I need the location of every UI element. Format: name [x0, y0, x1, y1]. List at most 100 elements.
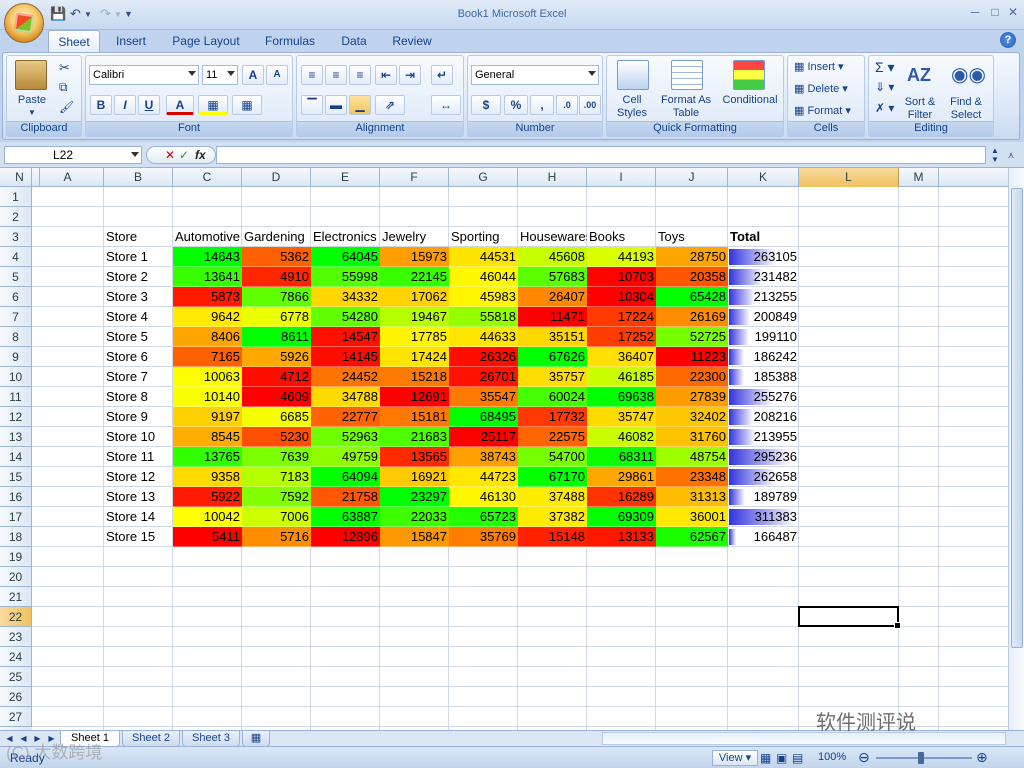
sort-filter-icon[interactable]: AZ: [905, 60, 933, 90]
sales-value-cell[interactable]: 12691: [380, 387, 449, 407]
store-name-cell[interactable]: Store 9: [104, 407, 173, 427]
row-header-20[interactable]: 20: [0, 567, 32, 587]
header-cell[interactable]: Gardening: [242, 227, 311, 247]
column-header-g[interactable]: G: [449, 168, 518, 187]
row-header-6[interactable]: 6: [0, 287, 32, 307]
header-cell[interactable]: Sporting: [449, 227, 518, 247]
row-header-18[interactable]: 18: [0, 527, 32, 547]
sales-value-cell[interactable]: 35747: [587, 407, 656, 427]
align-center-icon[interactable]: ≡: [325, 65, 347, 85]
increase-decimal-icon[interactable]: .0: [556, 95, 578, 115]
row-header-9[interactable]: 9: [0, 347, 32, 367]
column-header-a[interactable]: A: [32, 168, 104, 187]
percent-button[interactable]: %: [504, 95, 528, 115]
total-value-cell[interactable]: 199110: [728, 327, 799, 347]
store-name-cell[interactable]: Store 1: [104, 247, 173, 267]
restore-icon[interactable]: □: [986, 4, 1004, 20]
total-value-cell[interactable]: 311383: [728, 507, 799, 527]
store-name-cell[interactable]: Store 14: [104, 507, 173, 527]
column-header-n[interactable]: N: [0, 168, 40, 187]
cancel-icon[interactable]: ✕: [165, 147, 175, 163]
sales-value-cell[interactable]: 64045: [311, 247, 380, 267]
sales-value-cell[interactable]: 21683: [380, 427, 449, 447]
conditional-formatting-button[interactable]: Conditional: [715, 94, 785, 107]
font-name-combo[interactable]: Calibri: [89, 65, 199, 85]
sales-value-cell[interactable]: 69638: [587, 387, 656, 407]
sales-value-cell[interactable]: 36001: [656, 507, 728, 527]
row-header-10[interactable]: 10: [0, 367, 32, 387]
sales-value-cell[interactable]: 5362: [242, 247, 311, 267]
align-left-icon[interactable]: ≡: [301, 65, 323, 85]
enter-icon[interactable]: ✓: [179, 147, 189, 163]
row-header-25[interactable]: 25: [0, 667, 32, 687]
format-as-table-button[interactable]: Format As Table: [657, 94, 715, 120]
column-header-l[interactable]: L: [799, 168, 899, 187]
office-button[interactable]: [4, 3, 44, 43]
sales-value-cell[interactable]: 68495: [449, 407, 518, 427]
name-box[interactable]: L22: [4, 146, 142, 164]
number-format-combo[interactable]: General: [471, 65, 599, 85]
sales-value-cell[interactable]: 44531: [449, 247, 518, 267]
wrap-text-icon[interactable]: ↵: [431, 65, 453, 85]
column-header-h[interactable]: H: [518, 168, 587, 187]
sales-value-cell[interactable]: 7006: [242, 507, 311, 527]
sales-value-cell[interactable]: 69309: [587, 507, 656, 527]
store-name-cell[interactable]: Store 7: [104, 367, 173, 387]
store-name-cell[interactable]: Store 15: [104, 527, 173, 547]
active-cell-selection[interactable]: [798, 606, 901, 629]
zoom-level[interactable]: 100%: [818, 751, 846, 763]
sales-value-cell[interactable]: 5411: [173, 527, 242, 547]
row-header-19[interactable]: 19: [0, 547, 32, 567]
column-header-d[interactable]: D: [242, 168, 311, 187]
sales-value-cell[interactable]: 9358: [173, 467, 242, 487]
fill-icon[interactable]: ⇓ ▾: [875, 80, 894, 94]
sales-value-cell[interactable]: 15148: [518, 527, 587, 547]
chevron-down-icon[interactable]: [131, 152, 139, 157]
sales-value-cell[interactable]: 6685: [242, 407, 311, 427]
sales-value-cell[interactable]: 31760: [656, 427, 728, 447]
sales-value-cell[interactable]: 4609: [242, 387, 311, 407]
sales-value-cell[interactable]: 15847: [380, 527, 449, 547]
tab-insert[interactable]: Insert: [108, 30, 154, 52]
sales-value-cell[interactable]: 5926: [242, 347, 311, 367]
minimize-icon[interactable]: ─: [966, 4, 984, 20]
sales-value-cell[interactable]: 27839: [656, 387, 728, 407]
sales-value-cell[interactable]: 5716: [242, 527, 311, 547]
store-name-cell[interactable]: Store 2: [104, 267, 173, 287]
sales-value-cell[interactable]: 46185: [587, 367, 656, 387]
sales-value-cell[interactable]: 22777: [311, 407, 380, 427]
sales-value-cell[interactable]: 7866: [242, 287, 311, 307]
shrink-font-button[interactable]: A: [266, 65, 288, 85]
delete-cells-button[interactable]: ▦ Delete ▾: [794, 82, 848, 95]
row-header-14[interactable]: 14: [0, 447, 32, 467]
orientation-icon[interactable]: ⇗: [375, 95, 405, 115]
sales-value-cell[interactable]: 46082: [587, 427, 656, 447]
total-value-cell[interactable]: 295236: [728, 447, 799, 467]
sales-value-cell[interactable]: 35151: [518, 327, 587, 347]
conditional-formatting-icon[interactable]: [733, 60, 765, 90]
sales-value-cell[interactable]: 16289: [587, 487, 656, 507]
expand-formula-bar-icon[interactable]: ▲ ▼: [988, 146, 1002, 164]
sales-value-cell[interactable]: 36407: [587, 347, 656, 367]
sales-value-cell[interactable]: 7592: [242, 487, 311, 507]
sales-value-cell[interactable]: 7183: [242, 467, 311, 487]
format-painter-icon[interactable]: 🖌: [59, 100, 74, 114]
store-name-cell[interactable]: Store 5: [104, 327, 173, 347]
zoom-slider-thumb[interactable]: [918, 752, 924, 764]
align-right-icon[interactable]: ≡: [349, 65, 371, 85]
row-header-7[interactable]: 7: [0, 307, 32, 327]
sales-value-cell[interactable]: 13133: [587, 527, 656, 547]
row-header-27[interactable]: 27: [0, 707, 32, 727]
sales-value-cell[interactable]: 28750: [656, 247, 728, 267]
column-header-k[interactable]: K: [728, 168, 799, 187]
sales-value-cell[interactable]: 62567: [656, 527, 728, 547]
sales-value-cell[interactable]: 22145: [380, 267, 449, 287]
sales-value-cell[interactable]: 25117: [449, 427, 518, 447]
cell-styles-button[interactable]: Cell Styles: [607, 94, 657, 120]
total-value-cell[interactable]: 208216: [728, 407, 799, 427]
sales-value-cell[interactable]: 16921: [380, 467, 449, 487]
sales-value-cell[interactable]: 17732: [518, 407, 587, 427]
sales-value-cell[interactable]: 4712: [242, 367, 311, 387]
sales-value-cell[interactable]: 65723: [449, 507, 518, 527]
sales-value-cell[interactable]: 22033: [380, 507, 449, 527]
